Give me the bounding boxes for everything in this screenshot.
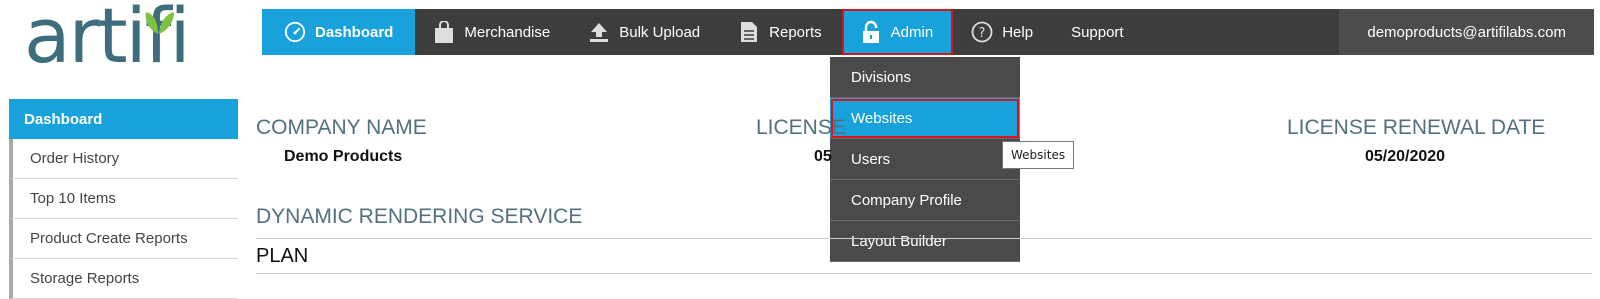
license-renewal-value: 05/20/2020: [1365, 148, 1446, 165]
dashboard-gauge-icon: [284, 21, 306, 43]
document-icon: [738, 21, 760, 43]
menu-item-layout-builder[interactable]: Layout Builder: [830, 221, 1020, 262]
sidebar-item-top-10-items[interactable]: Top 10 Items: [9, 179, 238, 219]
nav-support[interactable]: Support: [1053, 9, 1144, 55]
svg-text:?: ?: [979, 26, 986, 41]
menu-item-users[interactable]: Users: [830, 139, 1020, 180]
section-divider: [256, 238, 1592, 239]
menu-item-websites[interactable]: Websites: [830, 98, 1020, 139]
sidebar-item-dashboard[interactable]: Dashboard: [9, 99, 238, 139]
nav-reports-label: Reports: [769, 23, 822, 41]
sidebar: Dashboard Order History Top 10 Items Pro…: [9, 99, 238, 299]
help-circle-icon: ?: [971, 21, 993, 43]
nav-help-label: Help: [1002, 23, 1034, 41]
nav-dashboard-label: Dashboard: [315, 23, 394, 41]
sidebar-item-storage-reports[interactable]: Storage Reports: [9, 259, 238, 299]
dynamic-rendering-service-heading: DYNAMIC RENDERING SERVICE: [256, 205, 583, 228]
menu-item-company-profile[interactable]: Company Profile: [830, 180, 1020, 221]
websites-tooltip: Websites: [1002, 141, 1075, 169]
license-value: 05: [814, 148, 832, 165]
nav-bulk-upload-label: Bulk Upload: [619, 23, 701, 41]
nav-help[interactable]: ? Help: [953, 9, 1053, 55]
top-navigation: Dashboard Merchandise Bulk Upload Report…: [262, 9, 1594, 55]
license-renewal-heading: LICENSE RENEWAL DATE: [1287, 116, 1546, 139]
sidebar-item-product-create-reports[interactable]: Product Create Reports: [9, 219, 238, 259]
admin-dropdown-menu: Divisions Websites Users Company Profile…: [830, 57, 1020, 262]
nav-merchandise[interactable]: Merchandise: [415, 9, 570, 55]
nav-admin[interactable]: Admin: [841, 9, 954, 55]
menu-item-divisions[interactable]: Divisions: [830, 57, 1020, 98]
nav-support-label: Support: [1071, 23, 1124, 41]
nav-dashboard[interactable]: Dashboard: [262, 9, 416, 55]
company-name-heading: COMPANY NAME: [256, 116, 427, 139]
lock-icon: [860, 20, 882, 43]
license-heading: LICENSE: [756, 116, 846, 139]
nav-admin-label: Admin: [890, 23, 934, 41]
leaf-icon: [145, 12, 174, 34]
user-account-email[interactable]: demoproducts@artifilabs.com: [1339, 9, 1594, 55]
company-name-value: Demo Products: [284, 148, 403, 165]
artifi-logo[interactable]: artifi: [24, 0, 204, 86]
nav-reports[interactable]: Reports: [720, 9, 842, 55]
nav-bulk-upload[interactable]: Bulk Upload: [570, 9, 720, 55]
user-email-label: demoproducts@artifilabs.com: [1367, 23, 1566, 41]
plan-label: PLAN: [256, 245, 309, 267]
plan-divider: [256, 273, 1592, 274]
shopping-bag-icon: [433, 21, 455, 43]
sidebar-item-order-history[interactable]: Order History: [9, 139, 238, 179]
upload-icon: [588, 21, 610, 43]
nav-merchandise-label: Merchandise: [464, 23, 551, 41]
